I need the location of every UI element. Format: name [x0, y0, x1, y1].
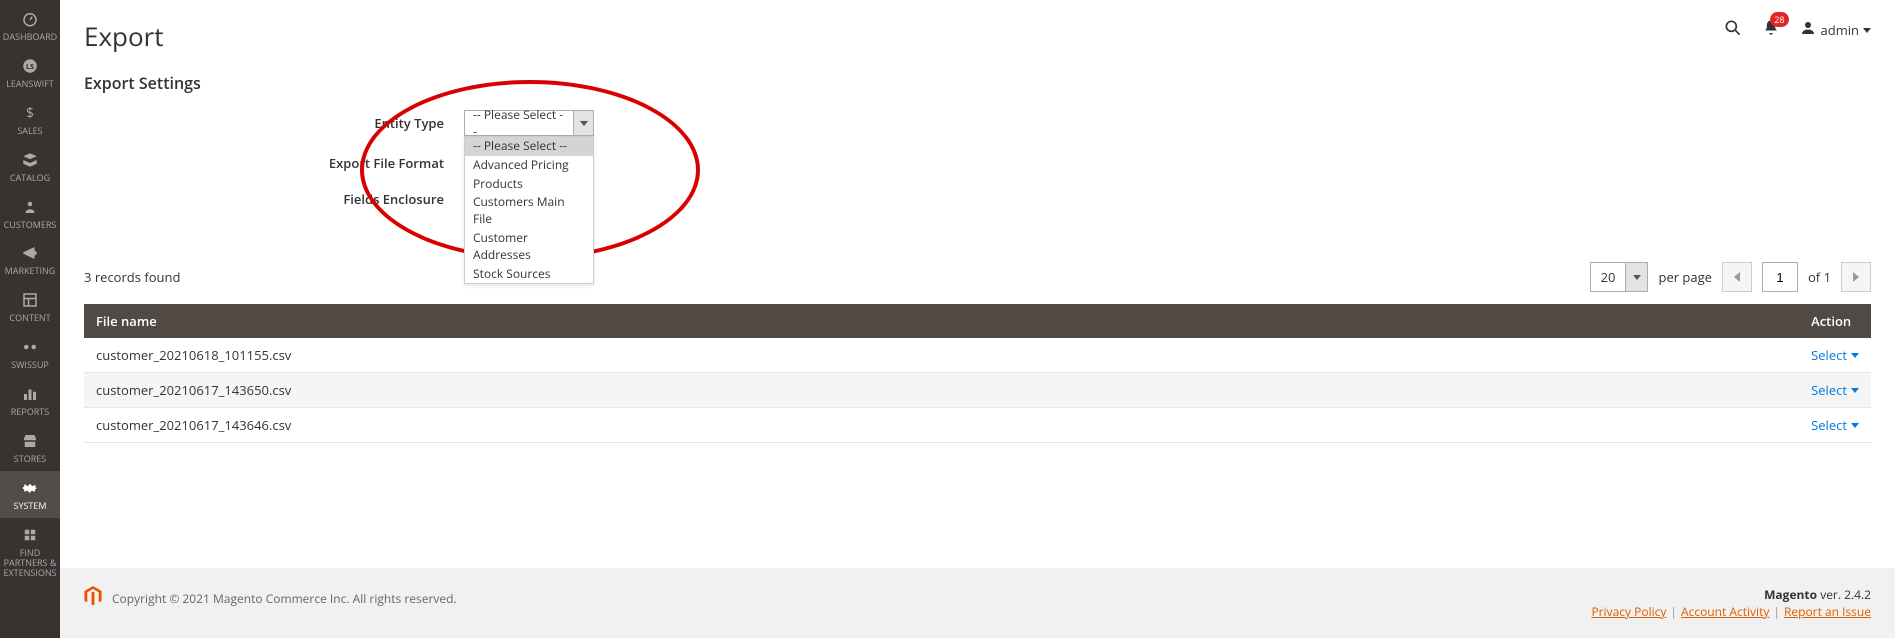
export-settings-form: Entity Type -- Please Select -- -- Pleas…	[60, 110, 1895, 256]
catalog-icon	[20, 150, 40, 170]
account-activity-link[interactable]: Account Activity	[1681, 603, 1769, 620]
magento-logo-icon	[84, 586, 102, 610]
entity-type-selected-value: -- Please Select --	[465, 106, 573, 140]
chevron-left-icon	[1734, 272, 1740, 282]
col-filename[interactable]: File name	[84, 304, 1799, 338]
nav-stores[interactable]: STORES	[0, 424, 60, 471]
row-action-select[interactable]: Select	[1811, 381, 1859, 399]
entity-type-label: Entity Type	[84, 114, 464, 132]
per-page-label: per page	[1658, 268, 1711, 286]
nav-reports[interactable]: REPORTS	[0, 377, 60, 424]
version-text: ver. 2.4.2	[1820, 586, 1871, 603]
chevron-right-icon	[1853, 272, 1859, 282]
nav-leanswift[interactable]: LS LEANSWIFT	[0, 49, 60, 96]
nav-customers[interactable]: CUSTOMERS	[0, 190, 60, 237]
nav-content[interactable]: CONTENT	[0, 283, 60, 330]
sales-icon: $	[20, 103, 40, 123]
nav-dashboard[interactable]: DASHBOARD	[0, 2, 60, 49]
entity-type-option[interactable]: Customers Main File	[465, 193, 593, 229]
main-content: Export 28 admin Export Settings Entity T…	[60, 0, 1895, 638]
stores-icon	[20, 431, 40, 451]
customers-icon	[20, 197, 40, 217]
cell-filename: customer_20210618_101155.csv	[84, 338, 1799, 373]
cell-filename: customer_20210617_143650.csv	[84, 373, 1799, 408]
leanswift-icon: LS	[20, 56, 40, 76]
chevron-down-icon	[573, 111, 593, 135]
nav-partners[interactable]: FIND PARTNERS & EXTENSIONS	[0, 518, 60, 585]
row-action-select[interactable]: Select	[1811, 346, 1859, 364]
row-action-select[interactable]: Select	[1811, 416, 1859, 434]
header-tools: 28 admin	[1723, 18, 1871, 42]
copyright-text: Copyright © 2021 Magento Commerce Inc. A…	[112, 590, 457, 607]
entity-type-dropdown: -- Please Select -- Advanced Pricing Pro…	[464, 136, 594, 284]
user-menu[interactable]: admin	[1799, 19, 1871, 41]
nav-sales[interactable]: $ SALES	[0, 96, 60, 143]
system-icon	[20, 478, 40, 498]
entity-type-option[interactable]: -- Please Select --	[465, 137, 593, 156]
table-row: customer_20210618_101155.csv Select	[84, 338, 1871, 373]
export-file-format-label: Export File Format	[84, 154, 464, 172]
admin-sidebar: DASHBOARD LS LEANSWIFT $ SALES CATALOG C…	[0, 0, 60, 638]
cell-filename: customer_20210617_143646.csv	[84, 408, 1799, 443]
nav-catalog[interactable]: CATALOG	[0, 143, 60, 190]
next-page-button[interactable]	[1841, 262, 1871, 292]
nav-marketing[interactable]: MARKETING	[0, 236, 60, 283]
brand-name: Magento	[1764, 586, 1817, 603]
table-row: customer_20210617_143646.csv Select	[84, 408, 1871, 443]
page-input[interactable]	[1762, 262, 1798, 292]
marketing-icon	[20, 243, 40, 263]
entity-type-option[interactable]: Customer Addresses	[465, 229, 593, 265]
notification-count: 28	[1770, 12, 1788, 27]
page-title: Export	[84, 18, 164, 54]
per-page-select[interactable]: 20	[1590, 262, 1649, 292]
chevron-down-icon	[1851, 353, 1859, 358]
privacy-policy-link[interactable]: Privacy Policy	[1591, 603, 1666, 620]
svg-text:$: $	[26, 104, 34, 122]
swissup-icon	[20, 337, 40, 357]
nav-system[interactable]: SYSTEM	[0, 471, 60, 518]
content-icon	[20, 290, 40, 310]
prev-page-button[interactable]	[1722, 262, 1752, 292]
chevron-down-icon	[1851, 423, 1859, 428]
notifications-button[interactable]: 28	[1761, 18, 1781, 42]
page-header: Export 28 admin	[60, 0, 1895, 64]
entity-type-option[interactable]: Stock Sources	[465, 265, 593, 284]
chevron-down-icon	[1863, 28, 1871, 33]
grid-toolbar: 3 records found 20 per page of 1	[60, 256, 1895, 304]
entity-type-option[interactable]: Products	[465, 175, 593, 194]
pagination: 20 per page of 1	[1590, 262, 1871, 292]
fields-enclosure-label: Fields Enclosure	[84, 190, 464, 208]
user-name: admin	[1821, 21, 1859, 39]
chevron-down-icon	[1851, 388, 1859, 393]
export-files-table: File name Action customer_20210618_10115…	[84, 304, 1871, 443]
reports-icon	[20, 384, 40, 404]
export-settings-title: Export Settings	[60, 64, 1895, 110]
nav-swissup[interactable]: SWISSUP	[0, 330, 60, 377]
svg-text:LS: LS	[26, 62, 34, 72]
user-icon	[1799, 19, 1817, 41]
partners-icon	[20, 525, 40, 545]
entity-type-option[interactable]: Advanced Pricing	[465, 156, 593, 175]
chevron-down-icon	[1625, 263, 1647, 291]
search-icon[interactable]	[1723, 18, 1743, 42]
entity-type-select[interactable]: -- Please Select --	[464, 110, 594, 136]
page-of-label: of 1	[1808, 268, 1831, 286]
col-action: Action	[1799, 304, 1871, 338]
page-footer: Copyright © 2021 Magento Commerce Inc. A…	[60, 568, 1895, 638]
table-row: customer_20210617_143650.csv Select	[84, 373, 1871, 408]
report-issue-link[interactable]: Report an Issue	[1784, 603, 1871, 620]
records-found-text: 3 records found	[84, 268, 180, 286]
dashboard-icon	[20, 9, 40, 29]
